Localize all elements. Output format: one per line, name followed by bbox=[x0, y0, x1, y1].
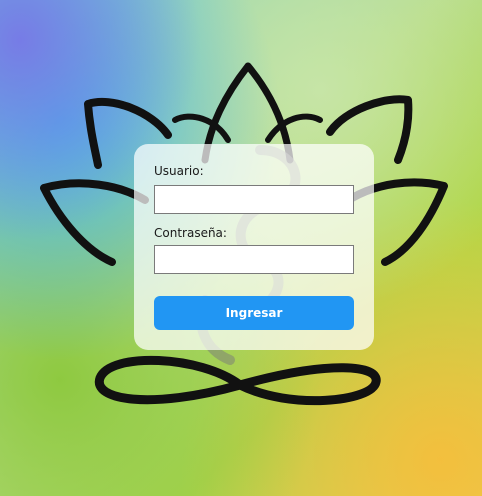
password-field[interactable] bbox=[154, 245, 354, 274]
username-field[interactable] bbox=[154, 185, 354, 214]
login-card: Usuario: Contraseña: Ingresar bbox=[134, 144, 374, 350]
login-button[interactable]: Ingresar bbox=[154, 296, 354, 330]
username-label: Usuario: bbox=[154, 164, 204, 178]
password-label: Contraseña: bbox=[154, 226, 227, 240]
